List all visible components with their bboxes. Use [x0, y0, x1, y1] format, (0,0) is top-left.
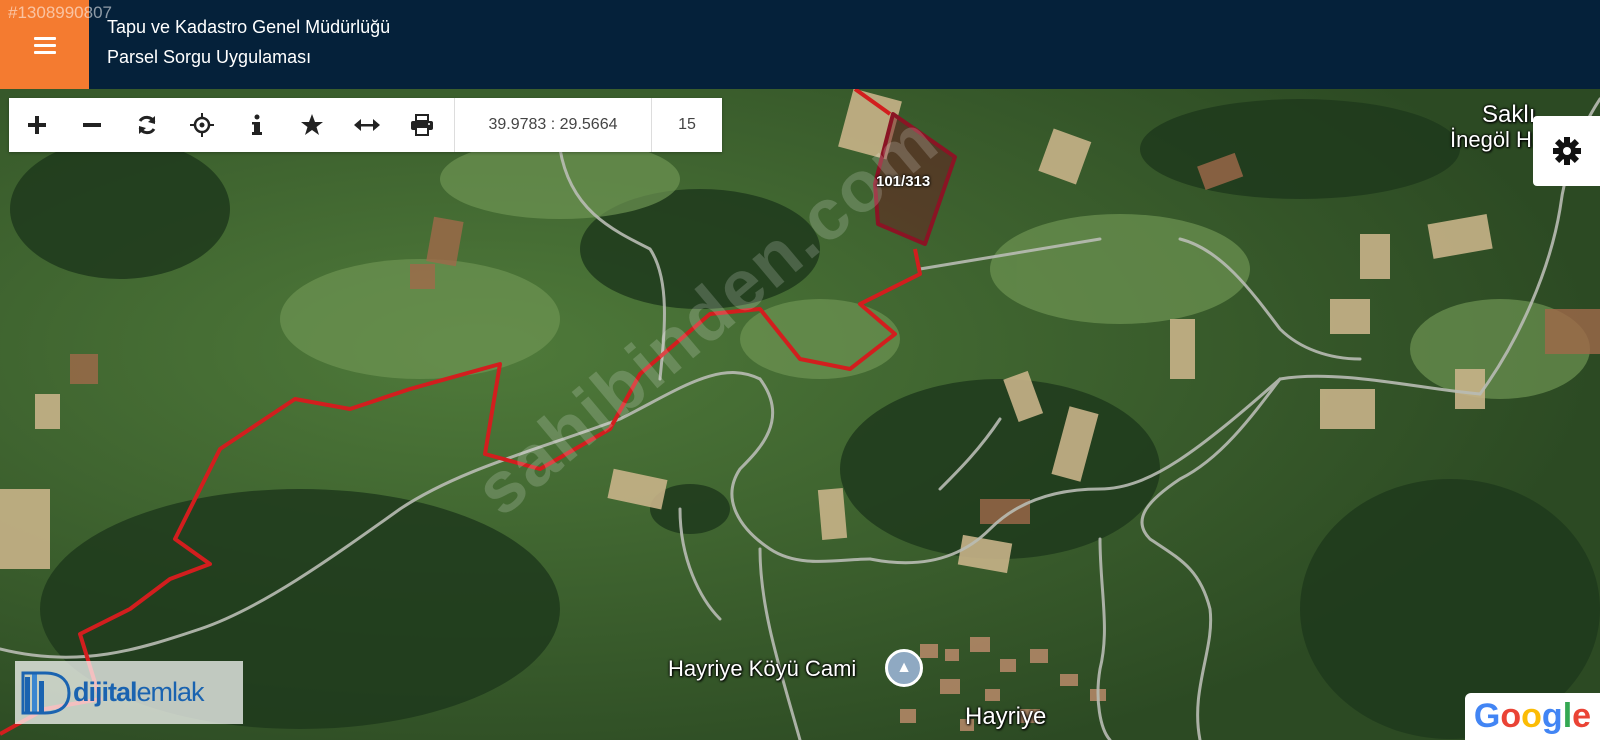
- hamburger-icon: [33, 36, 56, 54]
- dijitalemlak-wordmark: dijitalemlak: [73, 677, 205, 708]
- zoom-in-icon: [27, 116, 46, 134]
- app-header: #1308990807 Tapu ve Kadastro Genel Müdür…: [0, 0, 1600, 89]
- place-label-village: Hayriye: [965, 703, 1047, 730]
- dijitalemlak-mark-icon: [21, 671, 71, 714]
- refresh-icon: [138, 115, 155, 135]
- app-title: Tapu ve Kadastro Genel Müdürlüğü: [107, 17, 391, 37]
- map-toolbar: 39.9783 : 29.5664 15: [9, 98, 722, 152]
- gear-icon: [1552, 137, 1581, 165]
- google-logo: Google: [1465, 693, 1600, 740]
- print-button[interactable]: [394, 98, 449, 152]
- favorite-button[interactable]: [284, 98, 339, 152]
- info-icon: [251, 114, 262, 135]
- star-icon: [300, 114, 323, 135]
- zoom-out-button[interactable]: [64, 98, 119, 152]
- zoom-out-icon: [82, 123, 101, 127]
- parcel-number-label: 101/313: [876, 173, 931, 190]
- mosque-icon[interactable]: ▲: [885, 649, 923, 687]
- locate-button[interactable]: [174, 98, 229, 152]
- coordinate-readout: 39.9783 : 29.5664: [454, 98, 652, 152]
- settings-button[interactable]: [1533, 116, 1600, 186]
- refresh-button[interactable]: [119, 98, 174, 152]
- zoom-in-button[interactable]: [9, 98, 64, 152]
- satellite-map[interactable]: sahibinden.com 101/313 Saklı ... İnegöl …: [0, 89, 1600, 740]
- listing-id-watermark: #1308990807: [8, 3, 113, 22]
- dijitalemlak-wordmark-prefix: dijital: [73, 677, 138, 707]
- place-label-mosque: Hayriye Köyü Cami: [668, 656, 857, 681]
- zoom-level-readout: 15: [678, 116, 696, 133]
- info-button[interactable]: [229, 98, 284, 152]
- measure-button[interactable]: [339, 98, 394, 152]
- print-icon: [410, 114, 433, 136]
- dijitalemlak-logo: dijitalemlak: [15, 661, 243, 724]
- dijitalemlak-wordmark-suffix: emlak: [136, 677, 205, 707]
- measure-arrows-icon: [353, 119, 380, 131]
- app-subtitle: Parsel Sorgu Uygulaması: [107, 47, 312, 67]
- locate-icon: [189, 113, 214, 137]
